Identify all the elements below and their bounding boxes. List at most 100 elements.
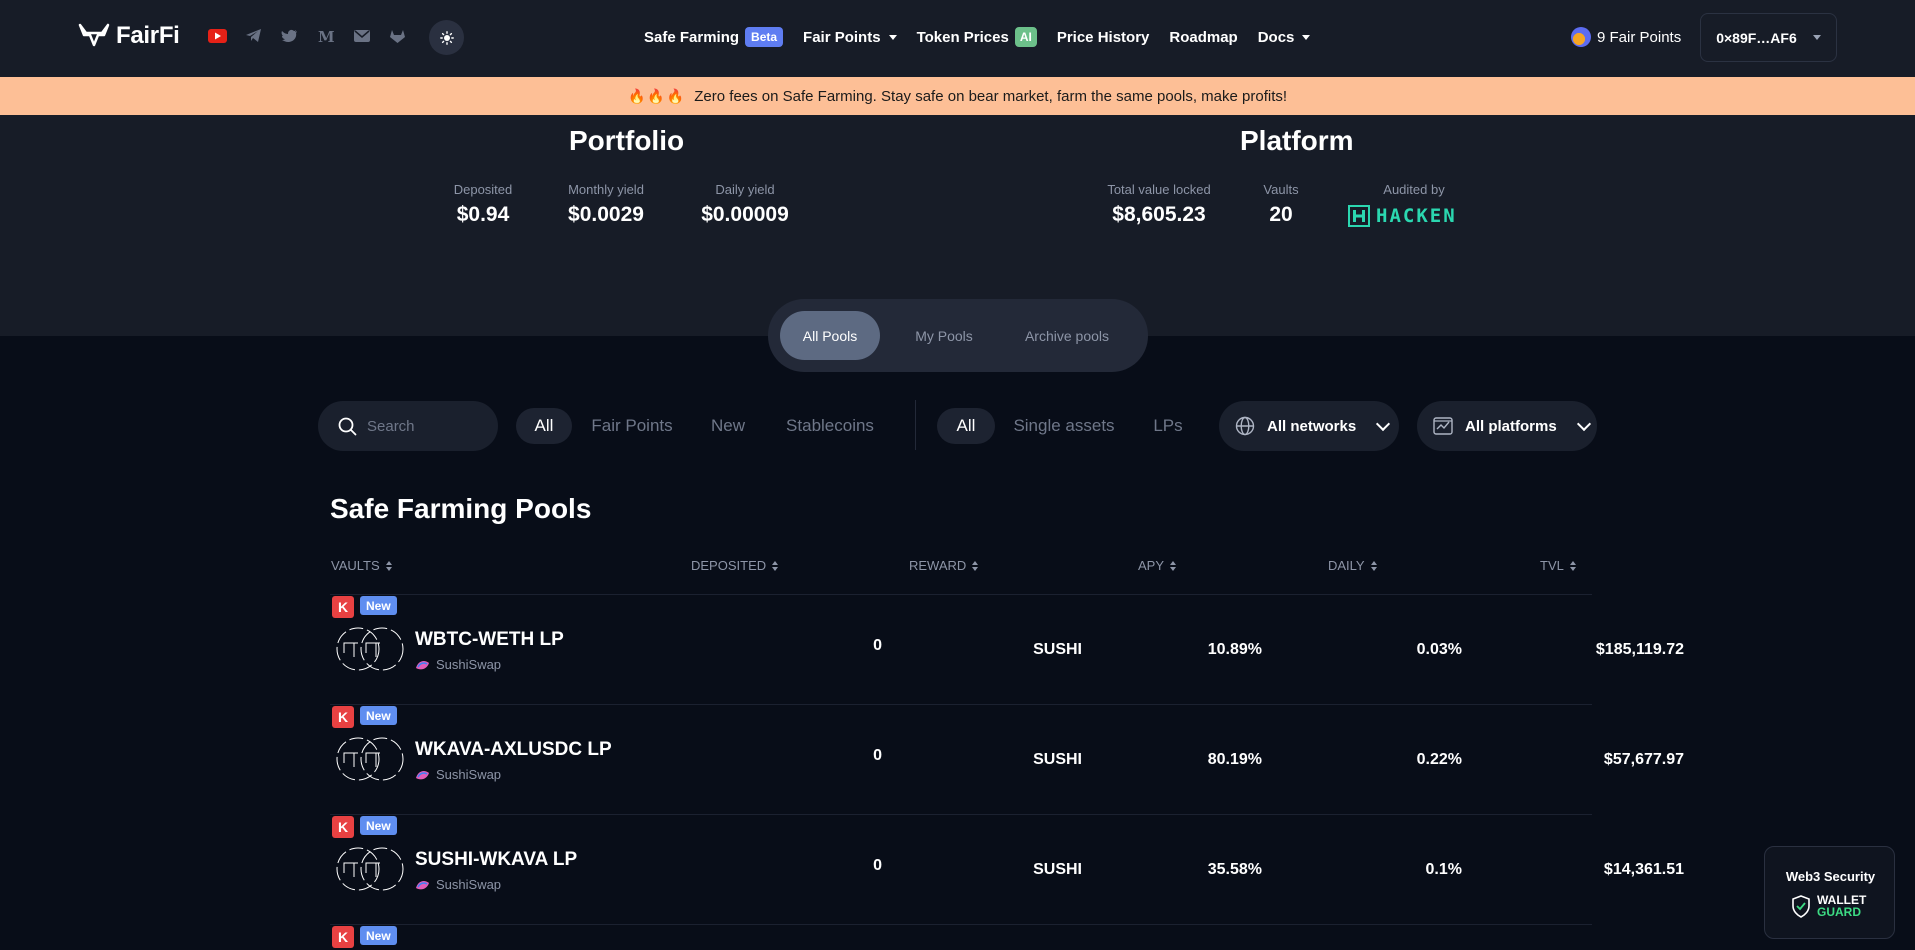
header-tvl-label: TVL (1540, 558, 1564, 573)
daily-label: Daily yield (715, 182, 775, 197)
chart-icon (1433, 417, 1453, 435)
wallet-guard-logo: WALLET GUARD (1791, 894, 1866, 918)
header-vaults-label: VAULTS (331, 558, 380, 573)
platform-title: Platform (1240, 125, 1354, 156)
pool-platform: SushiSwap (415, 767, 501, 782)
deposited-cell: 0 (873, 747, 882, 764)
youtube-icon[interactable] (208, 26, 227, 45)
fair-points-counter[interactable]: 9 Fair Points (1571, 27, 1681, 47)
table-row[interactable]: K New (330, 924, 1592, 950)
platform-label: SushiSwap (436, 767, 502, 782)
token-pair-icon (336, 847, 404, 891)
audited-label: Audited by (1383, 182, 1445, 197)
nav-roadmap[interactable]: Roadmap (1169, 29, 1237, 46)
portfolio-deposited: Deposited $0.94 (448, 182, 518, 227)
filter-category-all[interactable]: All (516, 408, 572, 444)
twitter-icon[interactable] (280, 26, 299, 45)
header-reward[interactable]: REWARD (909, 558, 979, 573)
search-icon (338, 417, 357, 435)
tvl-label: Total value locked (1107, 182, 1211, 197)
pool-tabs: All Pools My Pools Archive pools (768, 299, 1148, 372)
tab-my-pools[interactable]: My Pools (896, 311, 992, 360)
main-nav: Safe Farming Beta Fair Points Token Pric… (644, 27, 1311, 47)
networks-label: All networks (1267, 417, 1357, 435)
row-badges: K New (332, 706, 397, 728)
chevron-down-icon (1576, 416, 1591, 431)
wallet-button[interactable]: 0×89F…AF6 (1700, 13, 1837, 62)
platform-label: SushiSwap (436, 657, 502, 672)
pool-name: WBTC-WETH LP (415, 629, 564, 650)
sort-icon (385, 560, 392, 571)
reward-cell: SUSHI (1033, 641, 1082, 658)
platform-label: SushiSwap (436, 877, 502, 892)
caret-down-icon (1302, 34, 1311, 40)
new-badge: New (360, 926, 397, 945)
pool-platform: SushiSwap (415, 657, 501, 672)
monthly-label: Monthly yield (568, 182, 644, 197)
hacken-logo[interactable]: HACKEN (1348, 205, 1480, 227)
tab-archive-pools[interactable]: Archive pools (1000, 311, 1134, 360)
reward-cell: SUSHI (1033, 751, 1082, 768)
networks-dropdown[interactable]: All networks (1219, 401, 1399, 451)
tvl-cell: $14,361.51 (1603, 861, 1684, 878)
sort-icon (1569, 560, 1576, 571)
nav-token-prices[interactable]: Token Prices AI (917, 27, 1037, 47)
nav-safe-farming[interactable]: Safe Farming Beta (644, 27, 784, 47)
row-badges: K New (332, 926, 397, 948)
nav-docs[interactable]: Docs (1258, 29, 1311, 46)
filter-fair-points[interactable]: Fair Points (584, 408, 680, 444)
filter-stablecoins[interactable]: Stablecoins (776, 408, 884, 444)
nav-price-history[interactable]: Price History (1057, 29, 1150, 46)
header-apy[interactable]: APY (1138, 558, 1177, 573)
filter-asset-all[interactable]: All (937, 408, 995, 444)
header-vaults[interactable]: VAULTS (331, 558, 392, 573)
header-deposited[interactable]: DEPOSITED (691, 558, 779, 573)
pool-name: WKAVA-AXLUSDC LP (415, 739, 612, 760)
table-row[interactable]: K New WBTC-WETH LP SushiSwap 0 SUSHI 10.… (330, 594, 1684, 704)
sushiswap-icon (416, 770, 429, 779)
beta-badge: Beta (745, 27, 784, 47)
shield-icon (1792, 894, 1810, 918)
deposited-value: $0.94 (456, 203, 510, 226)
gitlab-icon[interactable] (388, 26, 407, 45)
fairfi-logo[interactable]: FairFi (78, 22, 180, 50)
medium-icon[interactable]: M (316, 26, 335, 45)
header-deposited-label: DEPOSITED (691, 558, 767, 573)
filter-divider (915, 400, 916, 450)
nav-fair-points[interactable]: Fair Points (803, 29, 897, 46)
portfolio-daily: Daily yield $0.00009 (690, 182, 800, 227)
mail-icon[interactable] (352, 26, 371, 45)
wallet-guard-widget[interactable]: Web3 Security WALLET GUARD (1764, 846, 1895, 939)
platforms-label: All platforms (1465, 417, 1557, 435)
vaults-value: 20 (1269, 203, 1293, 226)
pools-title: Safe Farming Pools (330, 493, 592, 524)
header-daily[interactable]: DAILY (1328, 558, 1377, 573)
filter-new[interactable]: New (700, 408, 756, 444)
filter-lps[interactable]: LPs (1140, 408, 1196, 444)
search-input[interactable] (367, 417, 487, 435)
tvl-value: $8,605.23 (1112, 203, 1206, 226)
header-tvl[interactable]: TVL (1540, 558, 1576, 573)
header-reward-label: REWARD (909, 558, 967, 573)
header-daily-label: DAILY (1328, 558, 1365, 573)
monthly-value: $0.0029 (568, 203, 644, 226)
filter-single-assets[interactable]: Single assets (1008, 408, 1120, 444)
tab-all-pools[interactable]: All Pools (780, 311, 880, 360)
platform-audited: Audited by HACKEN (1348, 182, 1480, 227)
reward-cell: SUSHI (1033, 861, 1082, 878)
new-badge: New (360, 596, 397, 615)
hacken-icon (1348, 205, 1370, 227)
bull-logo-icon (78, 23, 110, 47)
platforms-dropdown[interactable]: All platforms (1417, 401, 1597, 451)
sort-icon (1170, 560, 1177, 571)
globe-icon (1235, 416, 1255, 436)
apy-cell: 10.89% (1207, 641, 1262, 658)
theme-toggle-button[interactable] (429, 20, 464, 55)
table-row[interactable]: K New SUSHI-WKAVA LP SushiSwap 0 SUSHI 3… (330, 814, 1684, 924)
table-row[interactable]: K New WKAVA-AXLUSDC LP SushiSwap 0 SUSHI… (330, 704, 1684, 814)
telegram-icon[interactable] (244, 26, 263, 45)
deposited-label: Deposited (453, 182, 513, 197)
ai-badge: AI (1014, 27, 1037, 47)
fair-points-icon (1571, 27, 1591, 47)
apy-cell: 80.19% (1207, 751, 1262, 768)
